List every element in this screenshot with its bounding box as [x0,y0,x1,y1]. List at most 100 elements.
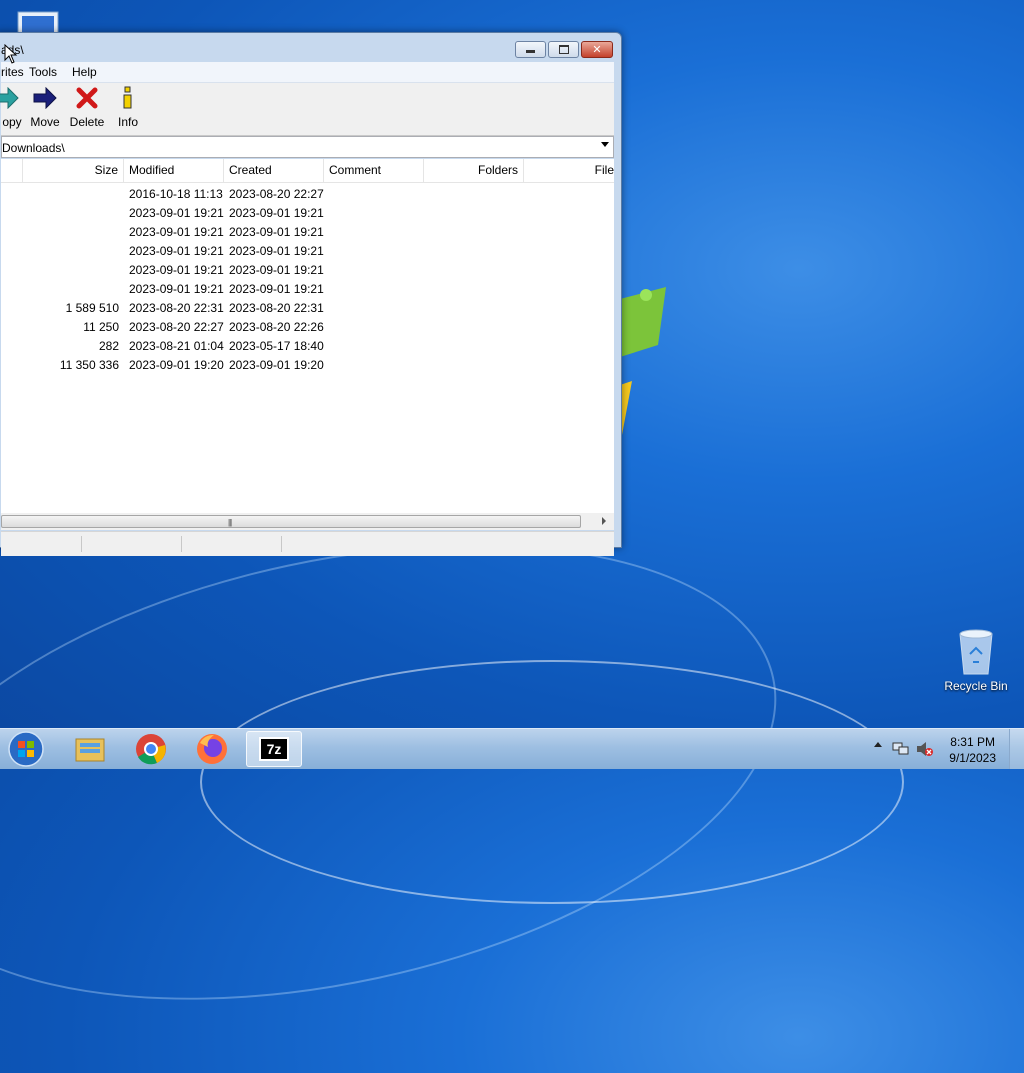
chrome-icon [136,734,166,765]
mouse-cursor-icon [4,44,18,64]
table-row[interactable]: 2023-09-01 19:21 2023-09-01 19:21 [1,204,614,223]
wallpaper-swoosh [200,660,904,904]
recycle-bin-icon [959,629,993,675]
clock-time: 8:31 PM [950,735,995,749]
info-label: Info [117,115,138,129]
cell-size: 1 589 510 [65,301,119,315]
table-row[interactable]: 282 2023-08-21 01:04 2023-05-17 18:40 [1,337,614,356]
computer-desktop-icon[interactable] [14,8,62,34]
table-row[interactable]: 2023-09-01 19:21 2023-09-01 19:21 [1,223,614,242]
firefox-icon [197,734,227,764]
cell-size [23,204,124,223]
clock[interactable]: 8:31 PM 9/1/2023 [949,734,996,766]
address-dropdown-icon[interactable] [601,142,609,147]
cell-size: 11 250 [83,320,119,334]
table-row[interactable]: 2023-09-01 19:21 2023-09-01 19:21 [1,261,614,280]
status-divider [81,536,82,552]
toolbar: opy Move Delete Info [0,83,614,136]
clock-date: 9/1/2023 [949,751,996,765]
7zip-icon: 7z [259,737,289,761]
table-row[interactable]: 11 350 336 2023-09-01 19:20 2023-09-01 19:… [1,356,614,375]
cell-created: 2023-09-01 19:21 [229,206,324,220]
move-button[interactable]: Move [23,85,67,131]
7zip-file-manager-window[interactable]: ads\ ✕ rites Tools Help opy Move Delete [0,32,622,556]
cell-created: 2023-08-20 22:31 [229,301,324,315]
menu-favorites[interactable]: rites [1,65,24,79]
cell-modified: 2016-10-18 11:13 [129,187,223,201]
cell-created: 2023-09-01 19:21 [229,282,324,296]
cell-modified: 2023-09-01 19:21 [129,282,224,296]
cell-size [23,261,124,280]
cell-modified: 2023-09-01 19:21 [129,225,224,239]
maximize-button[interactable] [548,41,579,58]
cell-size: 282 [98,339,119,353]
cell-created: 2023-09-01 19:20 [229,358,324,372]
taskbar-explorer[interactable] [62,731,118,767]
cell-size: 11 350 336 [59,358,119,372]
windows-explorer-icon [75,738,105,762]
list-header: Size Modified Created Comment Folders Fi… [1,159,614,183]
cell-modified: 2023-09-01 19:21 [129,206,224,220]
title-bar[interactable]: ads\ ✕ [0,33,621,63]
minimize-button[interactable] [515,41,546,58]
system-tray: 8:31 PM 9/1/2023 [864,729,1024,769]
table-row[interactable]: 2023-09-01 19:21 2023-09-01 19:21 [1,242,614,261]
windows-start-icon [8,731,44,767]
show-hidden-icons-icon[interactable] [874,742,882,747]
horizontal-scrollbar[interactable]: ||| [1,513,614,530]
column-comment[interactable]: Comment [324,159,424,182]
info-icon [106,85,150,111]
close-button[interactable]: ✕ [581,41,613,58]
cell-modified: 2023-09-01 19:21 [129,244,224,258]
move-label: Move [30,115,60,129]
volume-muted-icon[interactable] [916,741,934,757]
windows-logo-fragment [620,287,666,435]
table-row[interactable]: 11 250 2023-08-20 22:27 2023-08-20 22:26 [1,318,614,337]
column-folders[interactable]: Folders [424,159,524,182]
menu-help[interactable]: Help [72,65,97,79]
start-button[interactable] [6,730,46,768]
cell-modified: 2023-09-01 19:21 [129,263,224,277]
column-size[interactable]: Size [23,159,124,182]
cell-modified: 2023-09-01 19:20 [129,358,224,372]
taskbar-7zip[interactable]: 7z [246,731,302,767]
close-icon: ✕ [592,44,602,56]
address-text: Downloads\ [2,141,65,155]
column-files[interactable]: File [524,159,614,182]
table-row[interactable]: 2023-09-01 19:21 2023-09-01 19:21 [1,280,614,299]
table-row[interactable]: 2016-10-18 11:13 2023-08-20 22:27 [1,185,614,204]
column-modified[interactable]: Modified [124,159,224,182]
address-bar[interactable]: Downloads\ [1,136,614,158]
status-divider [181,536,182,552]
taskbar-chrome[interactable] [123,731,179,767]
menu-tools[interactable]: Tools [29,65,57,79]
scroll-right-icon[interactable] [602,517,606,525]
cell-modified: 2023-08-20 22:31 [129,301,224,315]
minimize-icon [526,50,535,53]
cell-modified: 2023-08-20 22:27 [129,320,224,334]
file-list[interactable]: Size Modified Created Comment Folders Fi… [1,159,614,513]
move-arrow-icon [23,85,67,111]
cell-size [23,185,124,204]
cell-created: 2023-05-17 18:40 [229,339,324,353]
table-row[interactable]: 1 589 510 2023-08-20 22:31 2023-08-20 22:3… [1,299,614,318]
info-button[interactable]: Info [106,85,150,131]
status-bar [1,531,614,556]
column-name[interactable] [1,159,23,182]
recycle-bin-desktop-icon[interactable]: Recycle Bin [940,628,1012,693]
maximize-icon [558,45,569,54]
cell-size [23,242,124,261]
status-divider [281,536,282,552]
cell-size [23,223,124,242]
cell-created: 2023-09-01 19:21 [229,263,324,277]
menu-bar: rites Tools Help [1,62,614,83]
cell-size [23,280,124,299]
scrollbar-thumb[interactable]: ||| [1,515,581,528]
network-icon[interactable] [892,741,910,757]
show-desktop-button[interactable] [1009,729,1024,769]
column-created[interactable]: Created [224,159,324,182]
cell-created: 2023-09-01 19:21 [229,244,324,258]
taskbar-firefox[interactable] [184,731,240,767]
delete-button[interactable]: Delete [65,85,109,131]
recycle-bin-label: Recycle Bin [944,679,1008,693]
